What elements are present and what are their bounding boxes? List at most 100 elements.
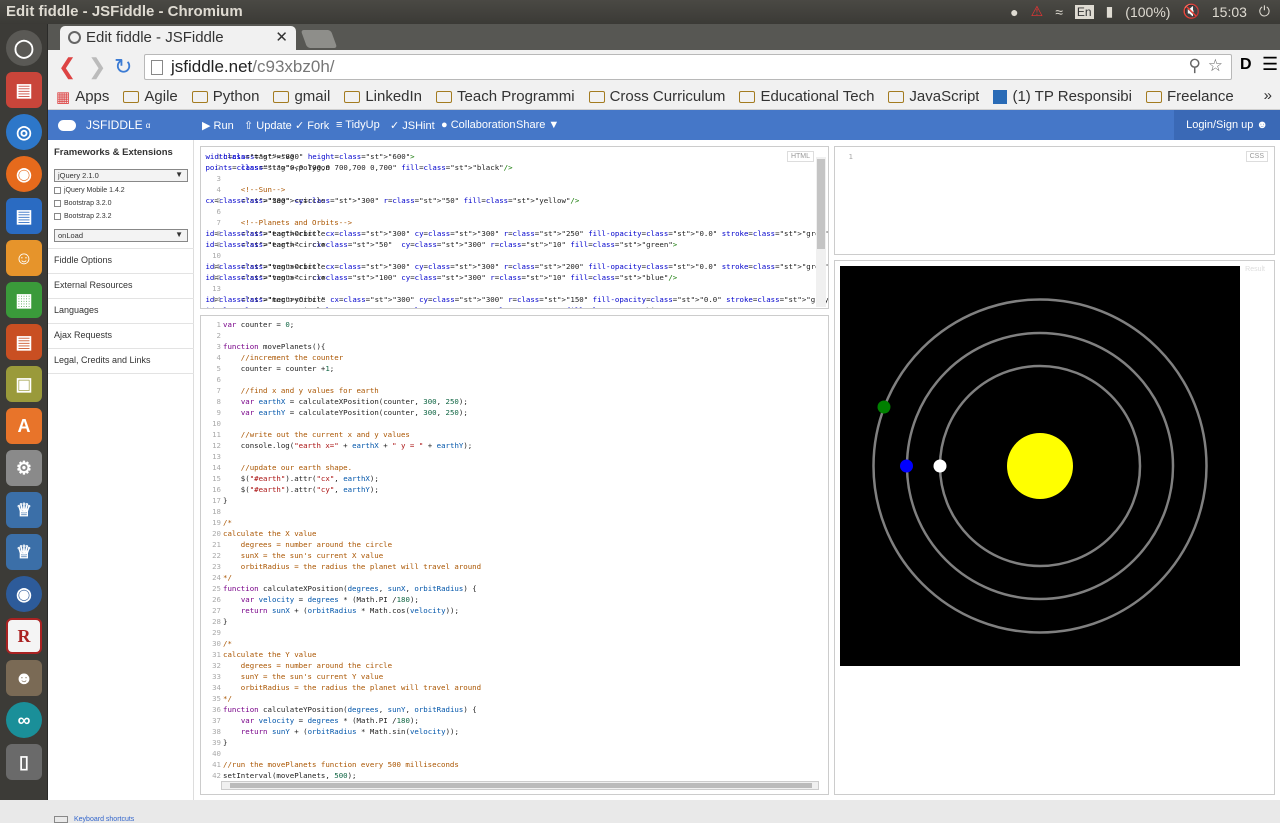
python-icon[interactable]: ♕ [6,492,42,528]
search-icon[interactable]: ⚲ [1189,56,1201,76]
framework-select[interactable]: jQuery 2.1.0 [54,169,188,182]
folder-icon [436,90,453,103]
firefox-icon[interactable]: ◉ [6,156,42,192]
jsfiddle-favicon [68,31,81,44]
code-line: 3 [216,174,221,183]
external-resources[interactable]: External Resources [54,280,133,290]
impress-icon[interactable]: ▤ [6,324,42,360]
software-center-icon[interactable]: A [6,408,42,444]
html-scrollbar[interactable] [816,157,826,307]
new-tab-button[interactable] [300,30,338,48]
legal-credits-links[interactable]: Legal, Credits and Links [54,355,151,365]
fish-icon[interactable]: ◉ [6,576,42,612]
bookmark-folder[interactable]: Agile [123,88,178,105]
divider [48,348,194,349]
login-signup-button[interactable]: Login/Sign up ☻ [1174,110,1280,140]
system-tray: ● ⚠ ≈ En ▮ (100%) 🔇 15:03 ⏻ [1010,3,1270,20]
result-panel-label: Result [1242,265,1268,274]
tidyup-button[interactable]: ≡ TidyUp [336,119,380,131]
trello-icon [993,89,1008,104]
code-line: 4 <!--Sun--> [216,185,286,194]
jshint-button[interactable]: ✓ JSHint [390,119,435,132]
wifi-icon[interactable]: ≈ [1055,4,1063,20]
code-line: 2 class="tag"><polygon points=class="st"… [205,163,513,172]
reload-icon[interactable]: ↻ [114,54,132,80]
sync-icon[interactable]: ● [1010,4,1018,20]
user-icon: ☻ [1256,119,1268,131]
bookmark-apps[interactable]: ▦ Apps [56,88,109,106]
chromium-icon[interactable]: ◎ [6,114,42,150]
run-button[interactable]: ▶ Run [202,119,234,132]
collaboration-button[interactable]: ● Collaboration [441,119,516,131]
browser-toolbar: ❮ ❯ ↻ jsfiddle.net/c93xbz0h/ ⚲ ☆ D ☰ [48,50,1280,84]
sun [1007,433,1073,499]
image-viewer-icon[interactable]: ▣ [6,366,42,402]
bookmark-folder[interactable]: gmail [273,88,330,105]
languages[interactable]: Languages [54,305,99,315]
browser-tab[interactable]: Edit fiddle - JSFiddle ✕ [60,26,296,50]
calc-icon[interactable]: ▦ [6,282,42,318]
window-title: Edit fiddle - JSFiddle - Chromium [6,3,243,20]
battery-icon[interactable]: ▮ [1106,3,1114,20]
cloud-icon [58,119,76,131]
star-icon[interactable]: ☆ [1208,56,1223,76]
r-icon[interactable]: R [6,618,42,654]
warning-icon[interactable]: ⚠ [1031,3,1044,20]
html-panel-label: HTML [786,151,814,162]
trash-icon[interactable]: ▯ [6,744,42,780]
bookmark-trello[interactable]: (1) TP Responsibi [993,88,1132,105]
apps-grid-icon: ▦ [56,88,71,106]
back-icon[interactable]: ❮ [58,54,76,80]
extension-icon[interactable]: D [1240,56,1252,74]
html-editor[interactable]: 1 class="tag"><svg width=class="st">"800"… [200,146,829,309]
code-line: 11 class="tag"><circle id=class="st">"ve… [205,262,829,271]
bookmark-folder[interactable]: LinkedIn [344,88,422,105]
power-icon[interactable]: ⏻ [1259,3,1270,20]
ajax-requests[interactable]: Ajax Requests [54,330,112,340]
gimp-icon[interactable]: ☻ [6,660,42,696]
checkbox-jquery-mobile[interactable]: jQuery Mobile 1.4.2 [54,187,125,194]
earth-planet [877,400,891,414]
code-line: 10 [212,251,221,260]
keyboard-shortcuts-link[interactable]: Keyboard shortcuts [54,816,134,823]
keyboard-layout[interactable]: En [1074,4,1094,19]
close-tab-icon[interactable]: ✕ [275,28,288,46]
checkbox-bootstrap-2[interactable]: Bootstrap 2.3.2 [54,213,111,220]
scratch-icon[interactable]: ☺ [6,240,42,276]
code-line: 13 [212,284,221,293]
css-panel-label: CSS [1245,151,1268,162]
update-button[interactable]: ⇧ Update [244,119,292,132]
arduino-icon[interactable]: ∞ [6,702,42,738]
html-code: 1 class="tag"><svg width=class="st">"800"… [201,151,829,308]
bookmark-folder[interactable]: Teach Programmi [436,88,575,105]
clock[interactable]: 15:03 [1212,4,1247,20]
js-editor[interactable]: 1 var counter = 0; 2 3 function movePlanets(… [200,315,829,795]
forward-icon[interactable]: ❯ [88,54,106,80]
folder-icon [588,90,605,103]
load-type-select[interactable]: onLoad [54,229,188,242]
bookmark-folder[interactable]: Cross Curriculum [588,88,725,105]
bookmark-folder[interactable]: Educational Tech [739,88,874,105]
venus-planet [900,459,913,473]
checkbox-bootstrap-3[interactable]: Bootstrap 3.2.0 [54,200,111,207]
share-button[interactable]: Share ▼ [516,119,559,131]
css-editor[interactable]: 1 CSS [834,146,1275,255]
url-host: jsfiddle.net [171,57,253,76]
files-icon[interactable]: ▤ [6,72,42,108]
bookmark-folder[interactable]: Freelance [1145,88,1234,105]
fiddle-options[interactable]: Fiddle Options [54,255,112,265]
writer-icon[interactable]: ▤ [6,198,42,234]
address-bar[interactable]: jsfiddle.net/c93xbz0h/ ⚲ ☆ [144,54,1232,80]
dash-icon[interactable]: ◯ [6,30,42,66]
settings-icon[interactable]: ⚙ [6,450,42,486]
more-bookmarks[interactable]: » [1264,87,1272,104]
battery-percent[interactable]: (100%) [1125,4,1170,20]
jsfiddle-logo[interactable]: JSFIDDLE α [58,118,150,132]
volume-muted-icon[interactable]: 🔇 [1182,3,1199,20]
bookmark-folder[interactable]: JavaScript [888,88,979,105]
python-idle-icon[interactable]: ♕ [6,534,42,570]
js-scrollbar[interactable] [221,781,819,790]
menu-icon[interactable]: ☰ [1262,54,1278,75]
bookmark-folder[interactable]: Python [191,88,259,105]
fork-button[interactable]: ✓ Fork [295,119,329,132]
